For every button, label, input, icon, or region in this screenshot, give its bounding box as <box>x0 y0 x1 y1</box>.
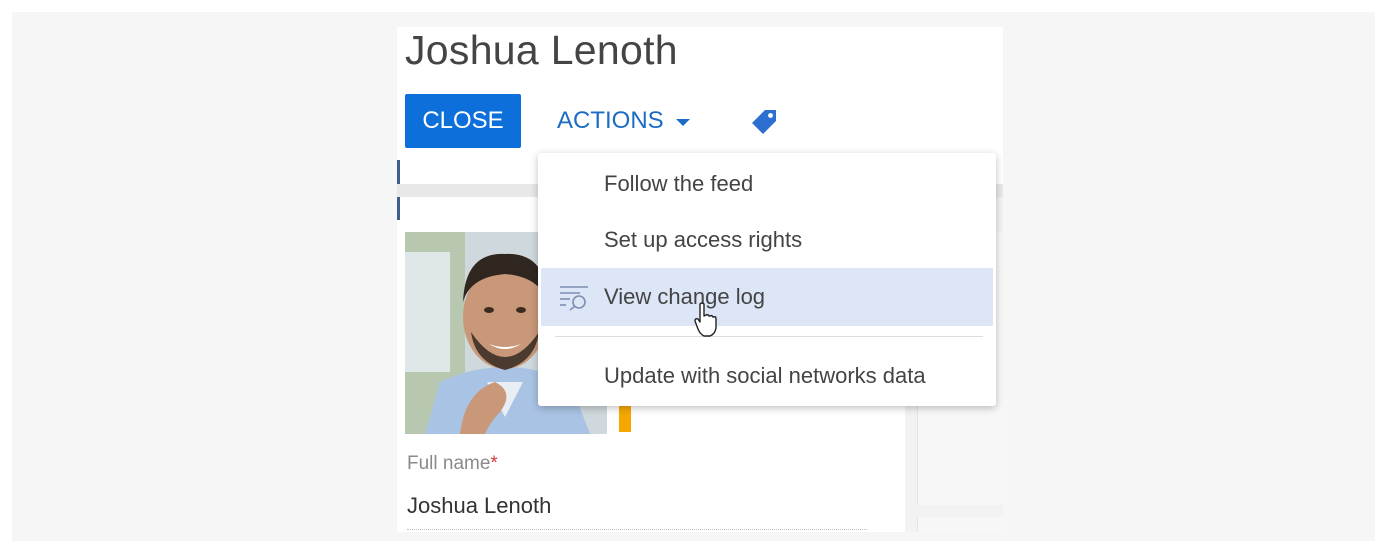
page-title: Joshua Lenoth <box>405 27 678 73</box>
change-log-icon <box>560 286 588 311</box>
actions-label: ACTIONS <box>557 107 664 134</box>
full-name-label: Full name* <box>407 453 498 474</box>
tag-icon[interactable] <box>749 107 779 137</box>
mouse-cursor-icon <box>694 302 717 337</box>
menu-item-label: Update with social networks data <box>604 363 926 388</box>
caret-down-icon <box>675 118 690 126</box>
menu-item-update-social[interactable]: Update with social networks data <box>538 348 996 404</box>
menu-item-view-change-log[interactable]: View change log <box>541 268 993 326</box>
menu-item-follow-feed[interactable]: Follow the feed <box>538 156 996 212</box>
full-name-field[interactable]: Joshua Lenoth <box>407 493 551 519</box>
field-underline <box>407 529 867 530</box>
menu-divider <box>555 336 983 337</box>
right-card <box>917 517 1003 532</box>
menu-item-access-rights[interactable]: Set up access rights <box>538 212 996 268</box>
menu-item-label: Follow the feed <box>604 171 754 196</box>
required-marker: * <box>490 453 498 474</box>
close-button[interactable]: CLOSE <box>405 94 521 148</box>
menu-item-label: Set up access rights <box>604 227 803 252</box>
actions-button[interactable]: ACTIONS <box>557 94 690 148</box>
actions-dropdown-menu: Follow the feed Set up access rights Vie… <box>538 153 996 406</box>
menu-item-label: View change log <box>604 284 766 309</box>
